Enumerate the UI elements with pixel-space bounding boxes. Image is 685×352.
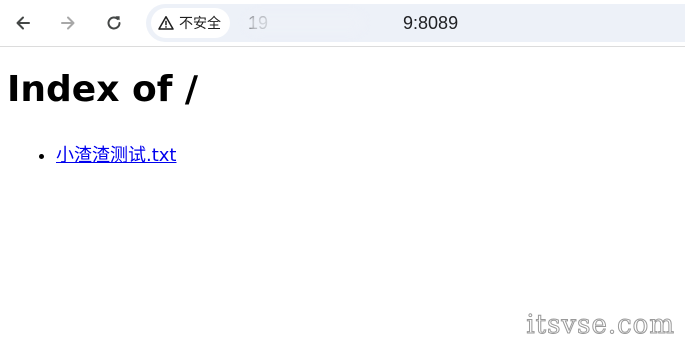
forward-button[interactable] [51, 6, 85, 40]
list-item: 小渣渣测试.txt [56, 143, 177, 169]
browser-toolbar: 不安全 19 9:8089 [0, 0, 685, 47]
file-list: 小渣渣测试.txt [0, 143, 177, 169]
page-content: Index of / 小渣渣测试.txt [0, 47, 685, 352]
reload-icon [107, 16, 121, 30]
watermark: itsvse.com [526, 310, 675, 341]
page-title: Index of / [7, 69, 199, 110]
warning-triangle-icon [158, 16, 174, 30]
address-bar[interactable]: 不安全 19 9:8089 [146, 4, 685, 42]
arrow-left-icon [16, 16, 30, 30]
arrow-right-icon [61, 16, 75, 30]
redacted-url-region [246, 12, 364, 34]
back-button[interactable] [6, 6, 40, 40]
reload-button[interactable] [97, 6, 131, 40]
security-label: 不安全 [179, 16, 221, 32]
security-indicator[interactable]: 不安全 [151, 8, 230, 38]
file-link[interactable]: 小渣渣测试.txt [56, 145, 177, 166]
